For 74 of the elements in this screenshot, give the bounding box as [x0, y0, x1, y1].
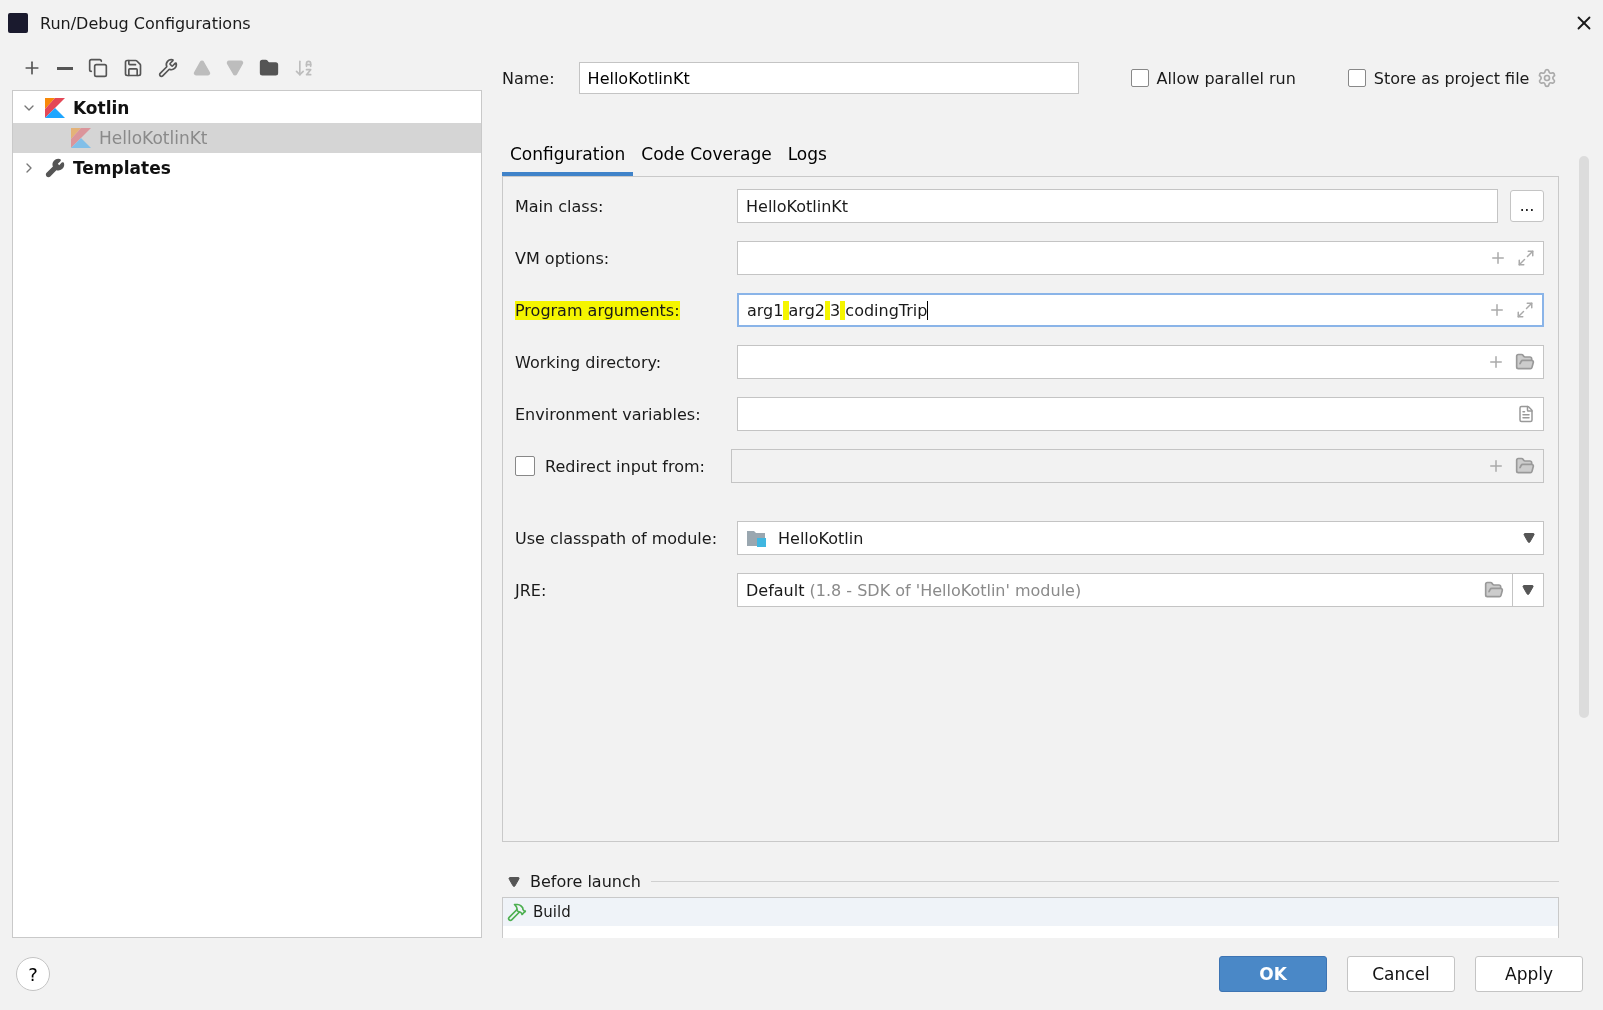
toolbar-button[interactable] [123, 58, 143, 78]
field-label: JRE: [515, 580, 547, 600]
copy-icon [88, 58, 108, 78]
field-label: Use classpath of module: [515, 528, 717, 548]
sort-icon [294, 58, 314, 78]
toolbar-button[interactable] [57, 66, 73, 70]
folder-icon[interactable] [1484, 580, 1504, 600]
dropdown-button[interactable] [1512, 573, 1544, 607]
field-label: VM options: [515, 248, 610, 268]
folder-icon[interactable] [1515, 352, 1535, 372]
expand-icon[interactable] [1517, 249, 1535, 267]
add-icon[interactable] [1488, 301, 1506, 319]
dialog-button[interactable]: OK [1219, 956, 1327, 992]
dialog-button[interactable]: Apply [1475, 956, 1583, 992]
tab[interactable]: Configuration [502, 138, 634, 176]
add-icon[interactable] [1487, 353, 1505, 371]
input-field[interactable] [737, 241, 1544, 275]
task-item[interactable]: Build [503, 898, 1558, 926]
field-label: Main class: [515, 196, 604, 216]
field-label: Redirect input from: [545, 456, 705, 476]
dropdown-caret-icon [1522, 584, 1534, 596]
add-icon[interactable] [1487, 457, 1505, 475]
tree-item[interactable]: Templates [13, 153, 481, 183]
dialog-button[interactable]: Cancel [1347, 956, 1455, 992]
folder-icon[interactable] [1515, 456, 1535, 476]
highlight-mark [783, 300, 789, 320]
collapse-icon[interactable] [508, 875, 520, 888]
module-folder-icon [746, 528, 768, 548]
expand-icon[interactable] [1516, 301, 1534, 319]
input-field[interactable]: HelloKotlinKt [737, 189, 1498, 223]
highlight-mark [824, 300, 831, 320]
toolbar-button[interactable] [88, 58, 108, 78]
folder-add-icon [259, 58, 279, 78]
browse-button[interactable]: ... [1510, 190, 1544, 222]
checkbox-label: Allow parallel run [1156, 68, 1296, 88]
field-label: Environment variables: [515, 404, 701, 424]
name-input[interactable]: HelloKotlinKt [578, 62, 1079, 94]
text-cursor [927, 300, 929, 320]
toolbar-button[interactable] [259, 58, 279, 78]
dropdown-field[interactable]: HelloKotlin [737, 521, 1544, 555]
remove-icon [57, 66, 73, 70]
window-title: Run/Debug Configurations [40, 13, 252, 33]
field-label: Program arguments: [515, 300, 680, 320]
dropdown-caret-icon[interactable] [1523, 532, 1535, 544]
checkbox[interactable] [1130, 69, 1149, 87]
move-up-icon [193, 59, 211, 77]
wrench-icon [158, 58, 178, 78]
input-field[interactable] [737, 345, 1544, 379]
input-field[interactable]: arg1 arg2 3 codingTrip [737, 293, 1544, 327]
tab[interactable]: Logs [779, 138, 835, 176]
dropdown-field[interactable]: Default (1.8 - SDK of 'HelloKotlin' module) [737, 573, 1513, 607]
document-icon[interactable] [1517, 405, 1535, 423]
checkbox-label: Store as project file [1373, 68, 1530, 88]
move-down-icon [226, 59, 244, 77]
kotlin-logo-icon [71, 128, 91, 148]
section-title: Before launch [530, 872, 641, 891]
hammer-icon [507, 902, 527, 922]
kotlin-logo-icon [45, 98, 65, 118]
toolbar-button[interactable] [158, 58, 178, 78]
tree-item[interactable]: Kotlin [13, 93, 481, 123]
save-icon [123, 58, 143, 78]
field-label: Working directory: [515, 352, 662, 372]
app-icon [8, 13, 28, 33]
settings-icon[interactable] [1537, 68, 1558, 88]
input-field[interactable] [737, 397, 1544, 431]
field-label: Name: [502, 68, 555, 88]
tab[interactable]: Code Coverage [633, 138, 780, 176]
checkbox[interactable] [515, 456, 535, 476]
help-button[interactable]: ? [16, 957, 50, 991]
highlight-mark [840, 300, 846, 320]
checkbox[interactable] [1347, 69, 1366, 87]
wrench-icon [45, 158, 65, 178]
input-field[interactable] [731, 449, 1544, 483]
add-icon[interactable] [1489, 249, 1507, 267]
